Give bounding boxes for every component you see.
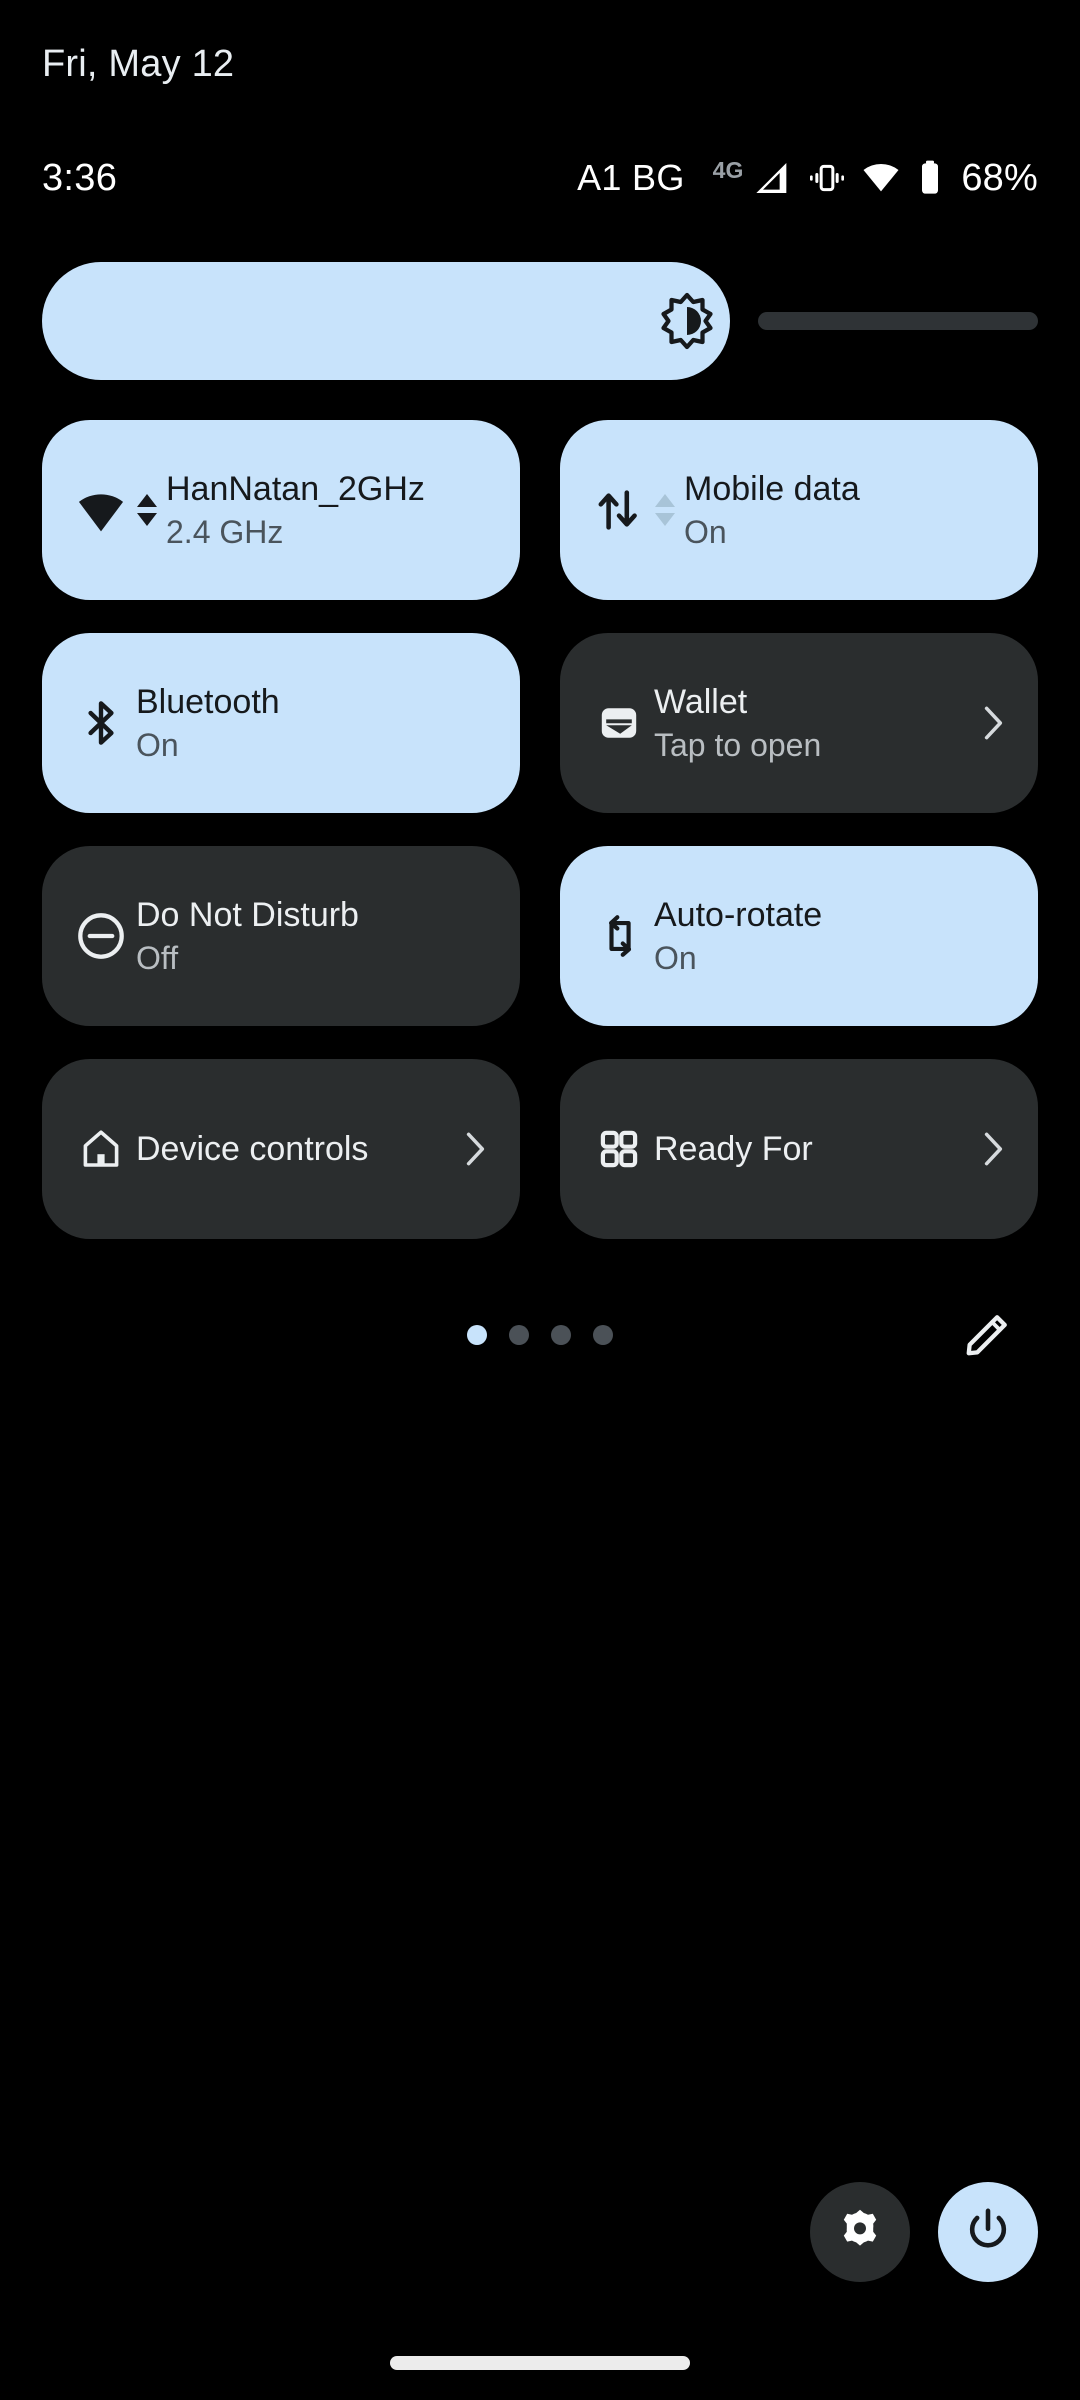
wifi-icon (861, 158, 901, 198)
mobile-data-activity-arrows (654, 483, 676, 537)
page-dot-3[interactable] (551, 1325, 571, 1345)
arrow-down-icon (137, 513, 157, 526)
status-bar: 3:36 A1 BG 4G 68% (42, 148, 1038, 208)
gesture-nav-pill[interactable] (390, 2356, 690, 2370)
brightness-track-remainder (758, 312, 1038, 330)
power-button[interactable] (938, 2182, 1038, 2282)
tile-title: Do Not Disturb (136, 896, 359, 934)
do-not-disturb-icon (72, 907, 130, 965)
tile-subtitle: Tap to open (654, 727, 822, 763)
carrier-label: A1 BG (577, 157, 685, 198)
tile-title: HanNatan_2GHz (166, 470, 425, 508)
page-dot-4[interactable] (593, 1325, 613, 1345)
pencil-icon (962, 1306, 1016, 1365)
chevron-right-icon (976, 1125, 1010, 1173)
tile-labels: Wallet Tap to open (654, 680, 968, 766)
battery-icon (915, 158, 945, 198)
settings-button[interactable] (810, 2182, 910, 2282)
home-icon (72, 1120, 130, 1178)
gear-icon (836, 2206, 884, 2259)
wallet-icon (590, 694, 648, 752)
network-type-label: 4G (712, 156, 744, 183)
brightness-track-fill (42, 262, 730, 380)
status-bar-icons: A1 BG 4G 68% (577, 157, 1038, 200)
quick-settings-tile-grid: HanNatan_2GHz 2.4 GHz Mobile data On Blu… (42, 420, 1038, 1239)
tile-title: Ready For (654, 1130, 813, 1168)
status-clock: 3:36 (42, 156, 118, 199)
tile-labels: Device controls (136, 1127, 450, 1171)
chevron-right-icon (458, 1125, 492, 1173)
vibrate-icon (807, 158, 847, 198)
wifi-activity-arrows (136, 483, 158, 537)
tile-title: Bluetooth (136, 683, 280, 721)
arrow-up-icon (137, 494, 157, 507)
date-row: Fri, May 12 (42, 36, 1038, 92)
tile-wifi[interactable]: HanNatan_2GHz 2.4 GHz (42, 420, 520, 600)
tile-device-controls[interactable]: Device controls (42, 1059, 520, 1239)
edit-tiles-button[interactable] (958, 1304, 1020, 1366)
tile-title: Wallet (654, 683, 748, 721)
data-transfer-icon (590, 481, 648, 539)
tile-labels: Mobile data On (684, 467, 1010, 553)
power-icon (963, 2205, 1013, 2260)
tile-labels: Ready For (654, 1127, 968, 1171)
quick-settings-panel: Fri, May 12 3:36 A1 BG 4G 68% HanNatan_2… (0, 0, 1080, 2400)
page-indicator-dots[interactable] (42, 1298, 1038, 1372)
tile-title: Device controls (136, 1130, 369, 1168)
tile-do-not-disturb[interactable]: Do Not Disturb Off (42, 846, 520, 1026)
tile-labels: Auto-rotate On (654, 893, 1010, 979)
tile-subtitle: Off (136, 940, 179, 976)
chevron-right-icon (976, 699, 1010, 747)
arrow-down-icon (655, 513, 675, 526)
brightness-track (42, 262, 1038, 380)
tile-subtitle: On (136, 727, 179, 763)
page-dot-1[interactable] (467, 1325, 487, 1345)
date-label: Fri, May 12 (42, 42, 235, 85)
grid-squares-icon (590, 1120, 648, 1178)
tile-mobile-data[interactable]: Mobile data On (560, 420, 1038, 600)
footer-buttons (810, 2182, 1038, 2282)
battery-percent-label: 68% (961, 156, 1038, 199)
page-dot-2[interactable] (509, 1325, 529, 1345)
tile-wallet[interactable]: Wallet Tap to open (560, 633, 1038, 813)
tile-subtitle: 2.4 GHz (166, 514, 284, 550)
tile-bluetooth[interactable]: Bluetooth On (42, 633, 520, 813)
brightness-slider[interactable] (42, 262, 1038, 380)
tile-subtitle: On (654, 940, 697, 976)
tile-title: Auto-rotate (654, 896, 823, 934)
wifi-icon (72, 481, 130, 539)
pager-row (42, 1298, 1038, 1372)
tile-labels: Do Not Disturb Off (136, 893, 492, 979)
tile-ready-for[interactable]: Ready For (560, 1059, 1038, 1239)
tile-labels: Bluetooth On (136, 680, 492, 766)
auto-rotate-icon (590, 907, 648, 965)
tile-auto-rotate[interactable]: Auto-rotate On (560, 846, 1038, 1026)
signal-bars-icon (753, 158, 793, 198)
brightness-icon (657, 291, 717, 351)
arrow-up-icon (655, 494, 675, 507)
bluetooth-icon (72, 694, 130, 752)
tile-subtitle: On (684, 514, 727, 550)
tile-labels: HanNatan_2GHz 2.4 GHz (166, 467, 492, 553)
tile-title: Mobile data (684, 470, 860, 508)
